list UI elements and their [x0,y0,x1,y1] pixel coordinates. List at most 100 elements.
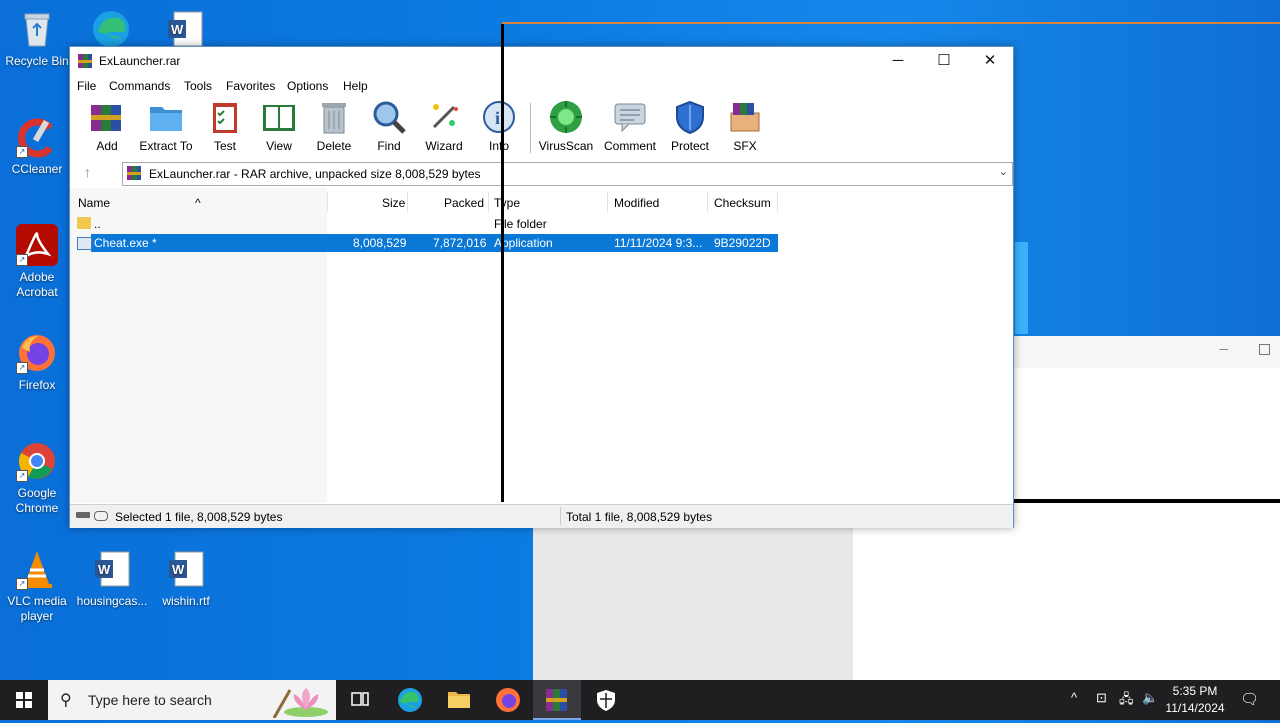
task-view-button[interactable] [336,680,384,720]
column-type[interactable]: Type [494,196,520,210]
column-divider[interactable] [407,192,408,212]
window-title: ExLauncher.rar [99,54,181,68]
close-button[interactable]: ✕ [967,47,1013,75]
desktop-icon-housingcas[interactable]: W housingcas... [76,548,148,609]
shield-icon [597,690,615,711]
winrar-app-icon [78,54,92,68]
column-divider[interactable] [707,192,708,212]
meet-now-icon[interactable]: ⊡ [1096,690,1107,706]
menu-favorites[interactable]: Favorites [226,79,275,93]
column-name[interactable]: Name [78,196,110,210]
desktop-icon-label: Firefox [18,378,56,392]
svg-text:W: W [171,22,184,37]
column-packed[interactable]: Packed [444,196,484,210]
desktop-icon-label: VLC media player [7,594,67,623]
svg-text:i: i [495,108,500,128]
cell-name: Cheat.exe * [94,236,157,250]
network-icon[interactable]: 🖧 [1119,690,1134,712]
clock-date: 11/14/2024 [1165,701,1225,715]
key-icon [94,511,108,521]
info-button[interactable]: i Info [467,99,531,153]
address-dropdown[interactable]: ExLauncher.rar - RAR archive, unpacked s… [122,162,1013,186]
taskbar-firefox[interactable] [484,680,532,720]
taskbar-file-explorer[interactable] [435,680,483,720]
desktop-icon-google-chrome[interactable]: ↗ Google Chrome [1,440,73,516]
desktop-icon-label: housingcas... [76,594,148,608]
clock-time: 5:35 PM [1172,684,1218,698]
desktop-icon-wishin[interactable]: W wishin.rtf [150,548,222,609]
taskbar-security[interactable] [582,680,630,720]
column-divider[interactable] [488,192,489,212]
extract-folder-icon [148,99,184,135]
add-button[interactable]: Add [75,99,139,153]
column-divider[interactable] [607,192,608,212]
titlebar[interactable]: ExLauncher.rar ─ ☐ ✕ [70,47,1013,75]
toolbar-separator [530,103,531,153]
desktop-icon-adobe-acrobat[interactable]: ↗ Adobe Acrobat [1,224,73,300]
menu-options[interactable]: Options [287,79,328,93]
chevron-up-icon[interactable]: ^ [1071,690,1077,705]
volume-icon[interactable]: 🔈 [1142,690,1158,706]
column-modified[interactable]: Modified [614,196,659,210]
sfx-box-icon [727,99,763,135]
desktop-icon-label: wishin.rtf [162,594,210,608]
desktop-icon-label: Google Chrome [15,486,59,515]
column-header: ^ Name Size Packed Type Modified Checksu… [70,188,1013,214]
desktop-icon-recycle-bin[interactable]: Recycle Bin [1,8,73,69]
up-arrow-icon[interactable]: ↑ [84,164,91,180]
add-archive-icon [89,99,125,135]
winrar-icon [546,689,567,711]
search-highlight-lotus-icon [272,688,328,718]
status-total: Total 1 file, 8,008,529 bytes [566,510,713,524]
minimize-button[interactable]: ─ [875,47,921,75]
desktop-icon-label: CCleaner [11,162,63,176]
column-checksum[interactable]: Checksum [714,196,771,210]
edge-icon [398,688,422,712]
shortcut-arrow-icon: ↗ [16,254,28,266]
menu-commands[interactable]: Commands [109,79,170,93]
column-divider[interactable] [327,192,328,212]
maximize-button[interactable]: ☐ [921,47,967,75]
comment-button[interactable]: Comment [598,99,662,153]
ccleaner-icon: ↗ [16,116,58,158]
menu-tools[interactable]: Tools [184,79,212,93]
menu-file[interactable]: File [77,79,96,93]
sfx-button[interactable]: SFX [713,99,777,153]
tool-label: Wizard [425,139,463,153]
edge-icon [90,8,132,50]
test-clipboard-icon [207,99,243,135]
desktop-icon-label: Adobe Acrobat [16,270,58,299]
status-selected: Selected 1 file, 8,008,529 bytes [115,510,283,524]
desktop-icon-ccleaner[interactable]: ↗ CCleaner [1,116,73,177]
taskbar-edge[interactable] [386,680,434,720]
start-button[interactable] [0,680,48,720]
clock[interactable]: 5:35 PM 11/14/2024 [1160,683,1230,717]
cell-name: .. [94,217,101,231]
taskbar-search[interactable]: ⚲ Type here to search [48,680,336,720]
selection-outline-top [502,22,1280,24]
adobe-acrobat-icon: ↗ [16,224,58,266]
table-row-selected[interactable]: Cheat.exe * 8,008,529 7,872,016 Applicat… [91,234,778,252]
column-size[interactable]: Size [382,196,405,210]
notification-icon[interactable]: 🗨 [1240,690,1259,708]
virusscan-button[interactable]: VirusScan [534,99,598,153]
desktop-icon-vlc[interactable]: ↗ VLC media player [1,548,73,624]
table-row[interactable]: .. File folder [70,215,778,233]
shield-icon [672,99,708,135]
extract-to-button[interactable]: Extract To [134,99,198,153]
tool-label: Comment [603,139,656,153]
tool-label: Find [377,139,401,153]
desktop-icon-firefox[interactable]: ↗ Firefox [1,332,73,393]
column-divider[interactable] [777,192,778,212]
chevron-down-icon[interactable]: ⌄ [999,165,1008,178]
sort-ascending-icon: ^ [195,196,201,210]
taskbar-winrar[interactable] [533,680,581,720]
winrar-window: ExLauncher.rar ─ ☐ ✕ File Commands Tools… [69,46,1014,528]
background-maximize-icon[interactable] [1259,344,1270,355]
search-placeholder: Type here to search [88,692,212,708]
wand-icon [426,99,462,135]
background-minimize-icon[interactable]: ─ [1219,342,1228,356]
menu-help[interactable]: Help [343,79,368,93]
trash-icon [316,99,352,135]
tool-label: Delete [316,139,352,153]
